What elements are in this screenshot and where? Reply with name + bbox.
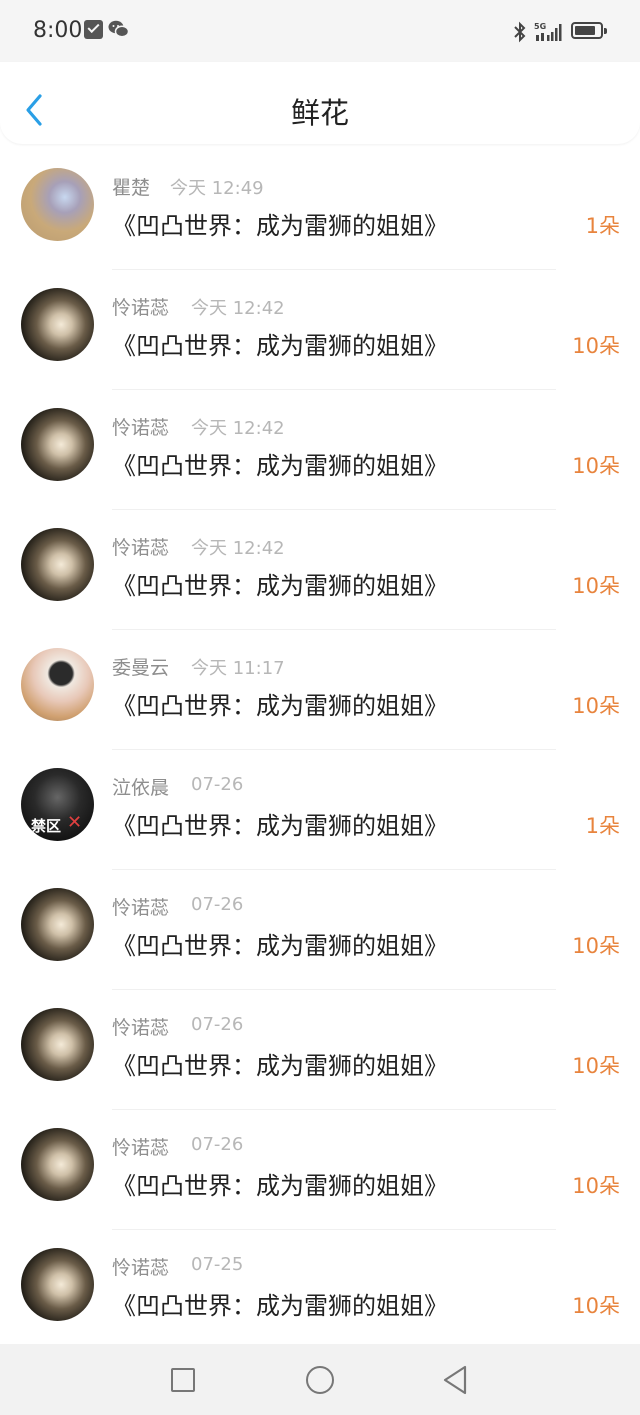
book-title[interactable]: 《凹凸世界：成为雷狮的姐姐》: [112, 1166, 448, 1201]
avatar[interactable]: [21, 168, 94, 241]
book-title[interactable]: 《凹凸世界：成为雷狮的姐姐》: [112, 1286, 448, 1321]
flower-count: 10朵: [572, 1294, 620, 1318]
list-item[interactable]: 怜诺蕊 今天 12:42 《凹凸世界：成为雷狮的姐姐》 10朵: [0, 390, 640, 510]
book-title[interactable]: 《凹凸世界：成为雷狮的姐姐》: [112, 686, 448, 721]
book-title[interactable]: 《凹凸世界：成为雷狮的姐姐》: [112, 1046, 448, 1081]
avatar[interactable]: [21, 1128, 94, 1201]
flower-count: 10朵: [572, 1054, 620, 1078]
timestamp: 07-26: [191, 1014, 244, 1035]
avatar-badge: 禁区: [31, 817, 62, 835]
avatar[interactable]: [21, 1008, 94, 1081]
list-item[interactable]: 怜诺蕊 07-26 《凹凸世界：成为雷狮的姐姐》 10朵: [0, 870, 640, 990]
book-title[interactable]: 《凹凸世界：成为雷狮的姐姐》: [112, 446, 448, 481]
app-header: 鲜花: [0, 62, 640, 144]
page-title: 鲜花: [290, 96, 349, 130]
username[interactable]: 怜诺蕊: [112, 1133, 169, 1160]
timestamp: 07-26: [191, 774, 244, 795]
avatar[interactable]: [21, 288, 94, 361]
list-item[interactable]: 禁区 ✕ 泣依晨 07-26 《凹凸世界：成为雷狮的姐姐》 1朵: [0, 750, 640, 870]
avatar[interactable]: [21, 1248, 94, 1321]
avatar[interactable]: [21, 408, 94, 481]
timestamp: 07-25: [191, 1254, 244, 1275]
avatar[interactable]: [21, 528, 94, 601]
list-item[interactable]: 怜诺蕊 今天 12:42 《凹凸世界：成为雷狮的姐姐》 10朵: [0, 270, 640, 390]
avatar[interactable]: [21, 888, 94, 961]
username[interactable]: 怜诺蕊: [112, 533, 169, 560]
book-title[interactable]: 《凹凸世界：成为雷狮的姐姐》: [112, 926, 448, 961]
timestamp: 今天 12:42: [191, 418, 285, 439]
svg-text:5G: 5G: [534, 22, 546, 31]
recent-apps-icon[interactable]: [171, 1368, 195, 1392]
flower-count: 1朵: [585, 214, 620, 238]
username[interactable]: 怜诺蕊: [112, 893, 169, 920]
book-title[interactable]: 《凹凸世界：成为雷狮的姐姐》: [112, 566, 448, 601]
back-triangle-icon[interactable]: [441, 1364, 469, 1396]
flower-count: 10朵: [572, 934, 620, 958]
timestamp: 今天 11:17: [191, 658, 285, 679]
username[interactable]: 瞿楚: [112, 173, 150, 200]
mail-icon: [84, 20, 103, 39]
username[interactable]: 怜诺蕊: [112, 1013, 169, 1040]
book-title[interactable]: 《凹凸世界：成为雷狮的姐姐》: [112, 206, 448, 241]
avatar[interactable]: 禁区 ✕: [21, 768, 94, 841]
timestamp: 今天 12:49: [170, 178, 264, 199]
timestamp: 07-26: [191, 1134, 244, 1155]
book-title[interactable]: 《凹凸世界：成为雷狮的姐姐》: [112, 806, 448, 841]
bluetooth-icon: [513, 21, 527, 43]
flower-count: 10朵: [572, 694, 620, 718]
signal-5g-icon: 5G: [534, 21, 564, 43]
badge-x-icon: ✕: [67, 812, 83, 833]
flower-count: 10朵: [572, 454, 620, 478]
timestamp: 今天 12:42: [191, 538, 285, 559]
username[interactable]: 怜诺蕊: [112, 293, 169, 320]
list-item[interactable]: 怜诺蕊 07-26 《凹凸世界：成为雷狮的姐姐》 10朵: [0, 990, 640, 1110]
book-title[interactable]: 《凹凸世界：成为雷狮的姐姐》: [112, 326, 448, 361]
status-bar: 8:00 5G: [0, 0, 640, 62]
list-item[interactable]: 怜诺蕊 07-26 《凹凸世界：成为雷狮的姐姐》 10朵: [0, 1110, 640, 1230]
flower-count: 10朵: [572, 1174, 620, 1198]
system-nav-bar: [0, 1344, 640, 1415]
username[interactable]: 委曼云: [112, 653, 169, 680]
wechat-icon: [108, 20, 130, 38]
status-time: 8:00: [33, 18, 83, 43]
flower-count: 10朵: [572, 334, 620, 358]
flower-count: 10朵: [572, 574, 620, 598]
username[interactable]: 怜诺蕊: [112, 1253, 169, 1280]
list-item[interactable]: 委曼云 今天 11:17 《凹凸世界：成为雷狮的姐姐》 10朵: [0, 630, 640, 750]
avatar[interactable]: [21, 648, 94, 721]
username[interactable]: 怜诺蕊: [112, 413, 169, 440]
timestamp: 今天 12:42: [191, 298, 285, 319]
list-item[interactable]: 怜诺蕊 今天 12:42 《凹凸世界：成为雷狮的姐姐》 10朵: [0, 510, 640, 630]
flower-count: 1朵: [585, 814, 620, 838]
list-item[interactable]: 瞿楚 今天 12:49 《凹凸世界：成为雷狮的姐姐》 1朵: [0, 150, 640, 270]
battery-icon: [571, 22, 607, 39]
home-icon[interactable]: [306, 1366, 334, 1394]
username[interactable]: 泣依晨: [112, 773, 169, 800]
list-item[interactable]: 怜诺蕊 07-25 《凹凸世界：成为雷狮的姐姐》 10朵: [0, 1230, 640, 1350]
timestamp: 07-26: [191, 894, 244, 915]
flower-list: 瞿楚 今天 12:49 《凹凸世界：成为雷狮的姐姐》 1朵 怜诺蕊 今天 12:…: [0, 150, 640, 1350]
